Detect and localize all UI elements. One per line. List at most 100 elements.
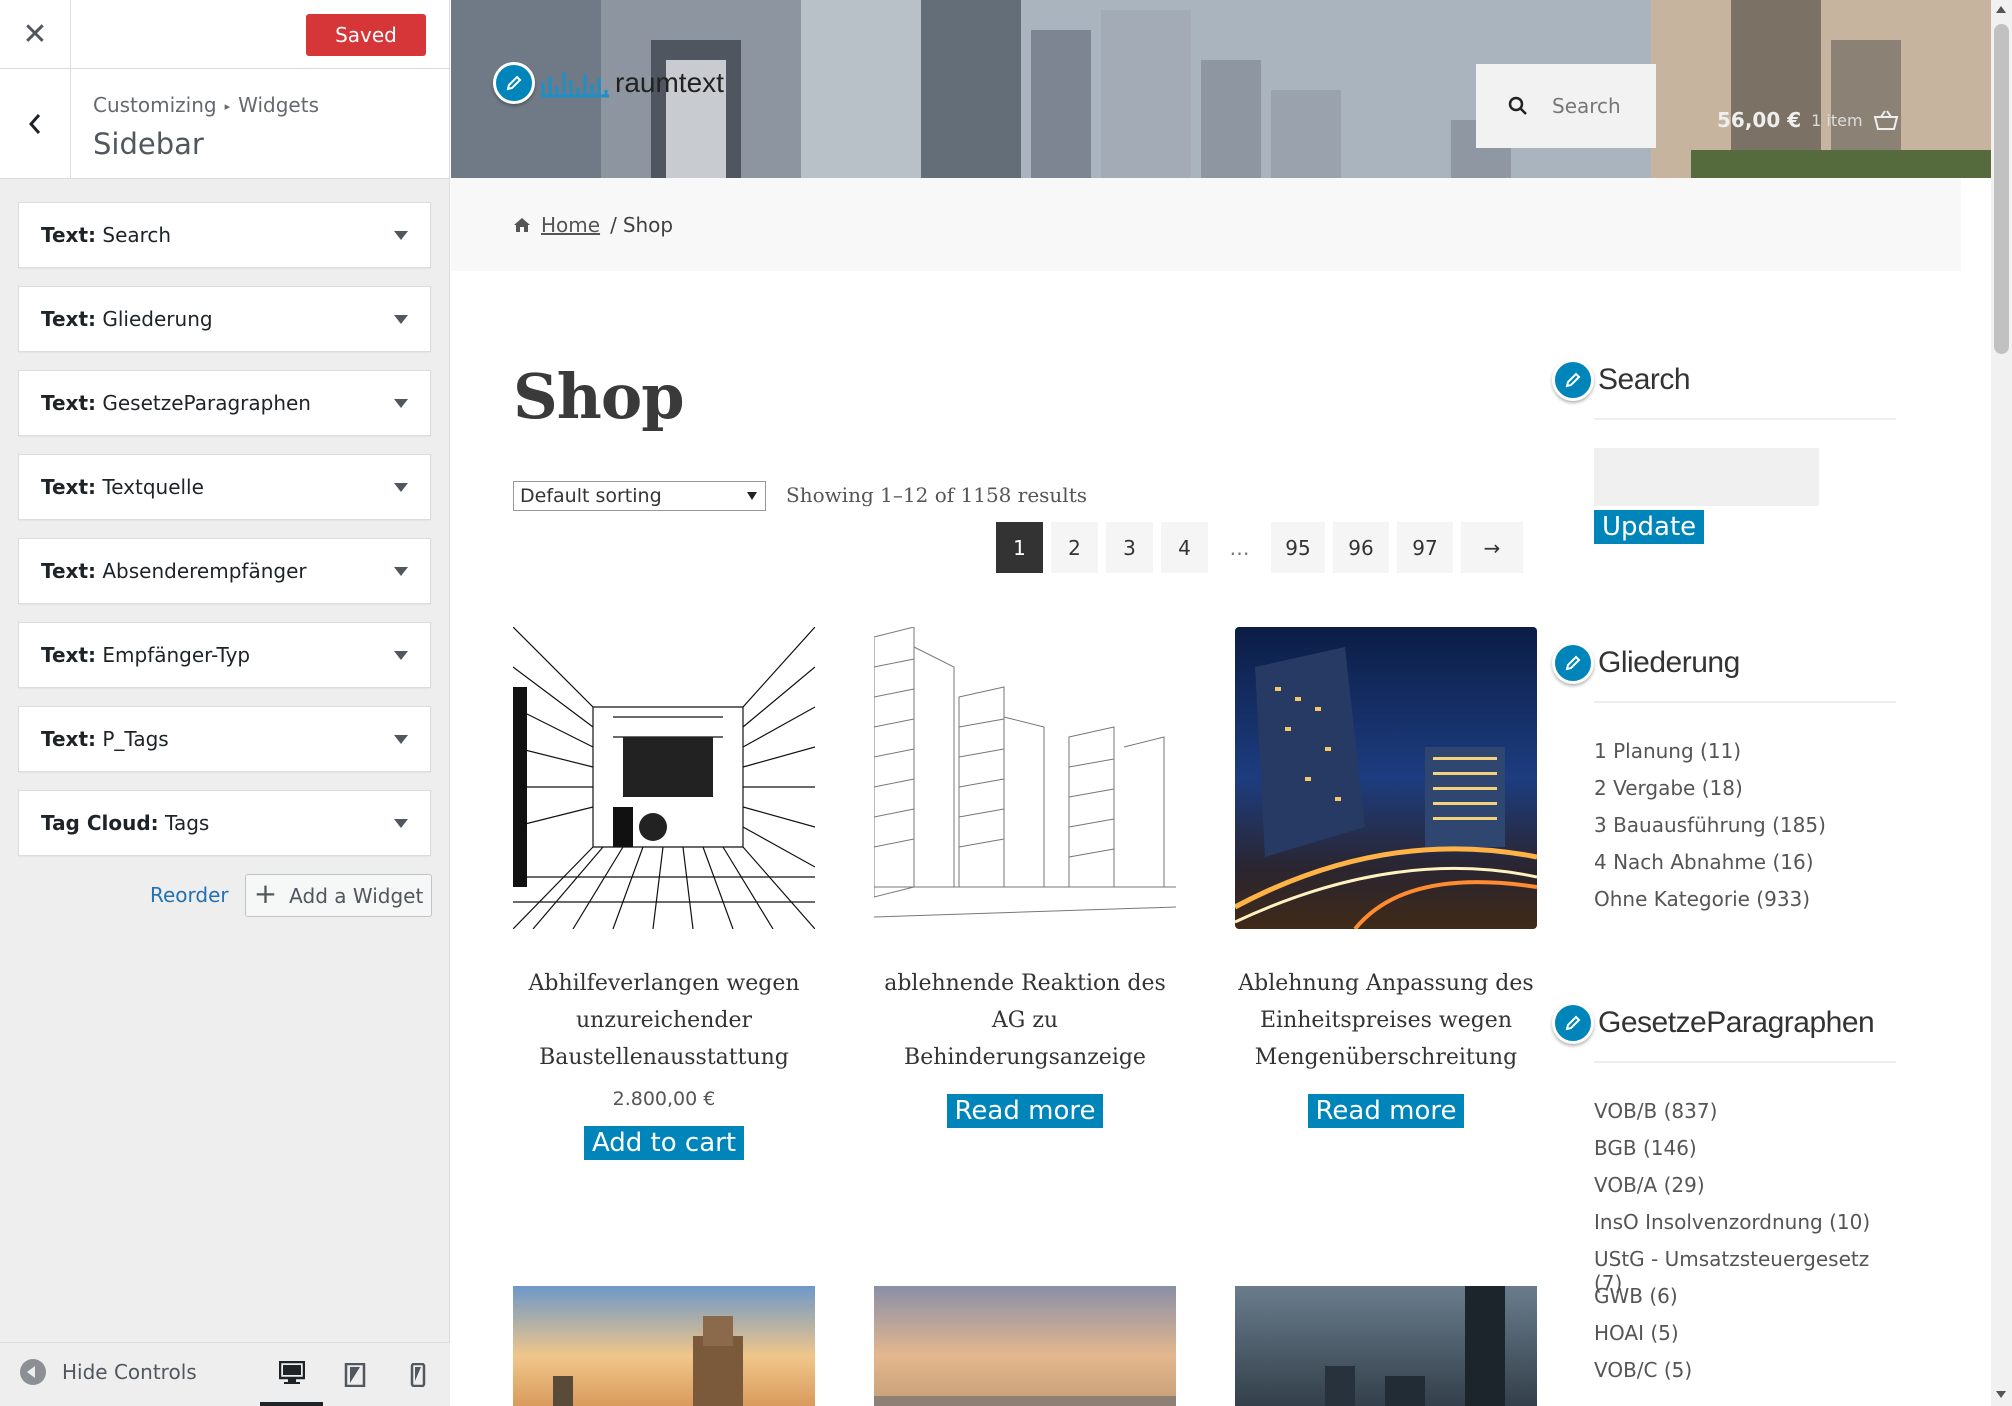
scrollbar-thumb[interactable] <box>1994 24 2009 354</box>
widget-name: Search <box>102 223 172 247</box>
expand-arrow-icon[interactable] <box>394 399 408 408</box>
logo-bars-icon <box>541 72 609 98</box>
preview-mobile-button[interactable] <box>386 1343 449 1406</box>
page-95[interactable]: 95 <box>1271 522 1325 573</box>
pagination: 1 2 3 4 … 95 96 97 → <box>996 522 1523 573</box>
sorting-value: Default sorting <box>520 485 662 507</box>
mobile-icon <box>410 1362 425 1387</box>
list-item[interactable]: InsO Insolvenzordnung (10) <box>1594 1210 1902 1247</box>
widget-text-gliederung[interactable]: Text: Gliederung <box>18 286 431 352</box>
product-title[interactable]: ablehnende Reaktion des AG zu Behinderun… <box>874 965 1176 1076</box>
back-button[interactable] <box>0 69 71 179</box>
header-cart[interactable]: 56,00 € 1 item <box>1717 108 1899 132</box>
list-item[interactable]: 4 Nach Abnahme (16) <box>1594 850 1902 887</box>
saved-button[interactable]: Saved <box>306 14 426 56</box>
cart-basket-icon <box>1873 110 1898 130</box>
list-item[interactable]: GWB (6) <box>1594 1284 1902 1321</box>
sorting-select[interactable]: Default sorting <box>513 481 766 511</box>
widget-type: Text: <box>41 223 97 247</box>
edit-shortcut-pencil-icon[interactable] <box>493 62 535 104</box>
list-item[interactable]: BGB (146) <box>1594 1136 1902 1173</box>
widget-name: Absenderempfänger <box>102 559 307 583</box>
product-image[interactable] <box>1233 627 1538 931</box>
expand-arrow-icon[interactable] <box>394 483 408 492</box>
list-item[interactable]: 2 Vergabe (18) <box>1594 776 1902 813</box>
breadcrumb-current: Shop <box>622 212 674 237</box>
product-card: Abhilfeverlangen wegen unzureichender Ba… <box>512 626 816 1160</box>
page-3[interactable]: 3 <box>1106 522 1153 573</box>
edit-shortcut-pencil-icon[interactable] <box>1552 359 1594 401</box>
add-widget-button[interactable]: + Add a Widget <box>245 874 432 917</box>
edit-shortcut-pencil-icon[interactable] <box>1552 1002 1594 1044</box>
widget-tag-cloud-tags[interactable]: Tag Cloud: Tags <box>18 790 431 856</box>
widget-text-textquelle[interactable]: Text: Textquelle <box>18 454 431 520</box>
widget-text-search[interactable]: Text: Search <box>18 202 431 268</box>
hide-controls-button[interactable]: Hide Controls <box>20 1359 197 1385</box>
read-more-button[interactable]: Read more <box>1307 1094 1465 1128</box>
next-page-arrow-icon[interactable]: → <box>1461 522 1523 573</box>
page-96[interactable]: 96 <box>1333 522 1389 573</box>
sidebar-search-input[interactable] <box>1594 448 1819 506</box>
widget-text-absenderempfaenger[interactable]: Text: Absenderempfänger <box>18 538 431 604</box>
list-item[interactable]: HOAI (5) <box>1594 1321 1902 1358</box>
page-97[interactable]: 97 <box>1397 522 1453 573</box>
page-2[interactable]: 2 <box>1051 522 1098 573</box>
product-image[interactable] <box>874 1286 1176 1406</box>
widget-name: Textquelle <box>102 475 204 499</box>
edit-shortcut-pencil-icon[interactable] <box>1552 642 1594 684</box>
breadcrumb-home-link[interactable]: Home <box>541 213 600 237</box>
close-icon: ✕ <box>22 17 48 52</box>
preview-tablet-button[interactable] <box>323 1343 386 1406</box>
page-dots: … <box>1229 535 1250 560</box>
list-item[interactable]: VOB/A (29) <box>1594 1173 1902 1210</box>
page-1[interactable]: 1 <box>996 522 1043 573</box>
expand-arrow-icon[interactable] <box>394 819 408 828</box>
site-logo[interactable]: raumtext <box>493 62 724 104</box>
scroll-up-arrow-icon[interactable] <box>1996 6 2006 13</box>
preview-desktop-button[interactable] <box>260 1343 323 1406</box>
list-item[interactable]: 1 Planung (11) <box>1594 739 1902 776</box>
expand-arrow-icon[interactable] <box>394 231 408 240</box>
page-4[interactable]: 4 <box>1161 522 1208 573</box>
product-image[interactable] <box>513 1286 815 1406</box>
logo-text: raumtext <box>615 67 724 98</box>
scroll-down-arrow-icon[interactable] <box>1996 1391 2006 1398</box>
close-customizer-button[interactable]: ✕ <box>0 0 71 69</box>
list-item[interactable]: 3 Bauausführung (185) <box>1594 813 1902 850</box>
reorder-link[interactable]: Reorder <box>150 883 229 907</box>
widget-type: Text: <box>41 307 97 331</box>
hide-controls-label: Hide Controls <box>62 1360 197 1384</box>
widget-text-empfaenger-typ[interactable]: Text: Empfänger-Typ <box>18 622 431 688</box>
header-search-field[interactable]: Search <box>1476 64 1656 148</box>
add-to-cart-button[interactable]: Add to cart <box>583 1126 745 1160</box>
page-title: Shop <box>513 360 685 433</box>
list-item[interactable]: UStG - Umsatzsteuergesetz (7) <box>1594 1247 1902 1295</box>
expand-arrow-icon[interactable] <box>394 315 408 324</box>
sidebar-gesetze-widget: GesetzeParagraphen VOB/B (837) BGB (146)… <box>1552 995 1902 1395</box>
result-count: Showing 1–12 of 1158 results <box>786 483 1088 507</box>
product-title[interactable]: Ablehnung Anpassung des Einheitspreises … <box>1235 965 1537 1076</box>
product-image[interactable] <box>873 626 1177 929</box>
sidebar-widget-title: Search <box>1598 363 1691 396</box>
list-item[interactable]: VOB/C (5) <box>1594 1358 1902 1395</box>
home-icon <box>514 217 530 232</box>
update-button[interactable]: Update <box>1594 510 1705 544</box>
expand-arrow-icon[interactable] <box>394 567 408 576</box>
product-image[interactable] <box>1235 1286 1537 1406</box>
expand-arrow-icon[interactable] <box>394 735 408 744</box>
product-title[interactable]: Abhilfeverlangen wegen unzureichender Ba… <box>513 965 815 1076</box>
divider <box>1594 418 1896 420</box>
widget-text-gesetzeparagraphen[interactable]: Text: GesetzeParagraphen <box>18 370 431 436</box>
list-item[interactable]: Ohne Kategorie (933) <box>1594 887 1902 924</box>
product-image[interactable] <box>512 626 816 930</box>
expand-arrow-icon[interactable] <box>394 651 408 660</box>
widget-text-p-tags[interactable]: Text: P_Tags <box>18 706 431 772</box>
add-widget-label: Add a Widget <box>289 883 424 908</box>
sidebar-widget-header: GesetzeParagraphen <box>1552 995 1902 1051</box>
read-more-button[interactable]: Read more <box>946 1094 1104 1128</box>
sidebar-search-widget: Search Update <box>1552 352 1902 544</box>
list-item[interactable]: VOB/B (837) <box>1594 1099 1902 1136</box>
cart-items: 1 item <box>1811 110 1863 130</box>
preview-scrollbar[interactable] <box>1991 0 2012 1406</box>
customizer-breadcrumb: Customizing ▸ Widgets <box>93 93 319 117</box>
